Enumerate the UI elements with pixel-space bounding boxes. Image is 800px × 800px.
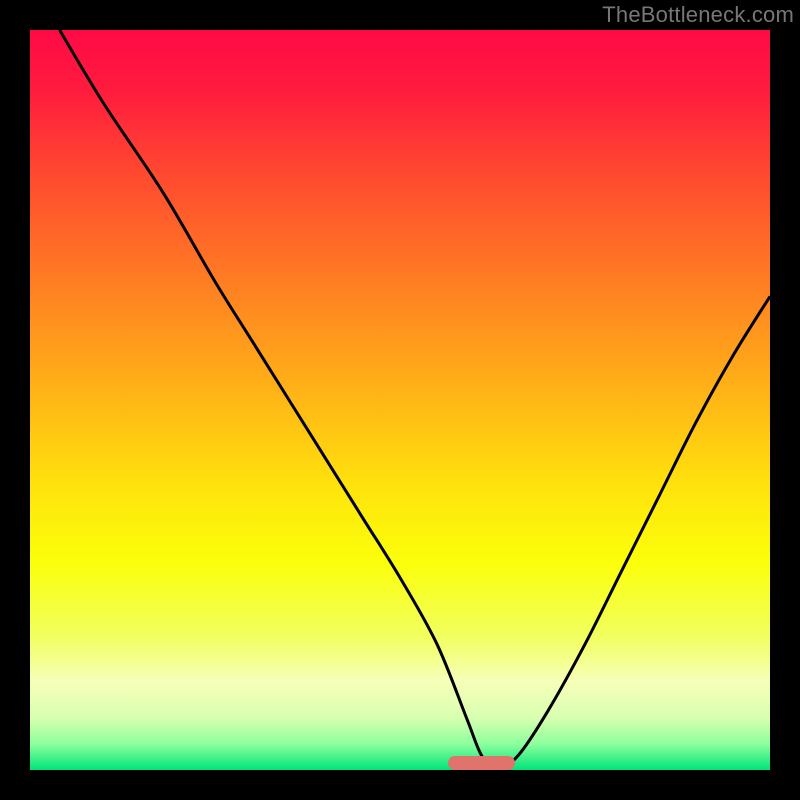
chart-frame: TheBottleneck.com <box>0 0 800 800</box>
plot-svg <box>30 30 770 770</box>
gradient-background <box>30 30 770 770</box>
plot-area <box>30 30 770 770</box>
optimal-range-marker <box>448 756 515 770</box>
watermark-text: TheBottleneck.com <box>602 2 794 28</box>
